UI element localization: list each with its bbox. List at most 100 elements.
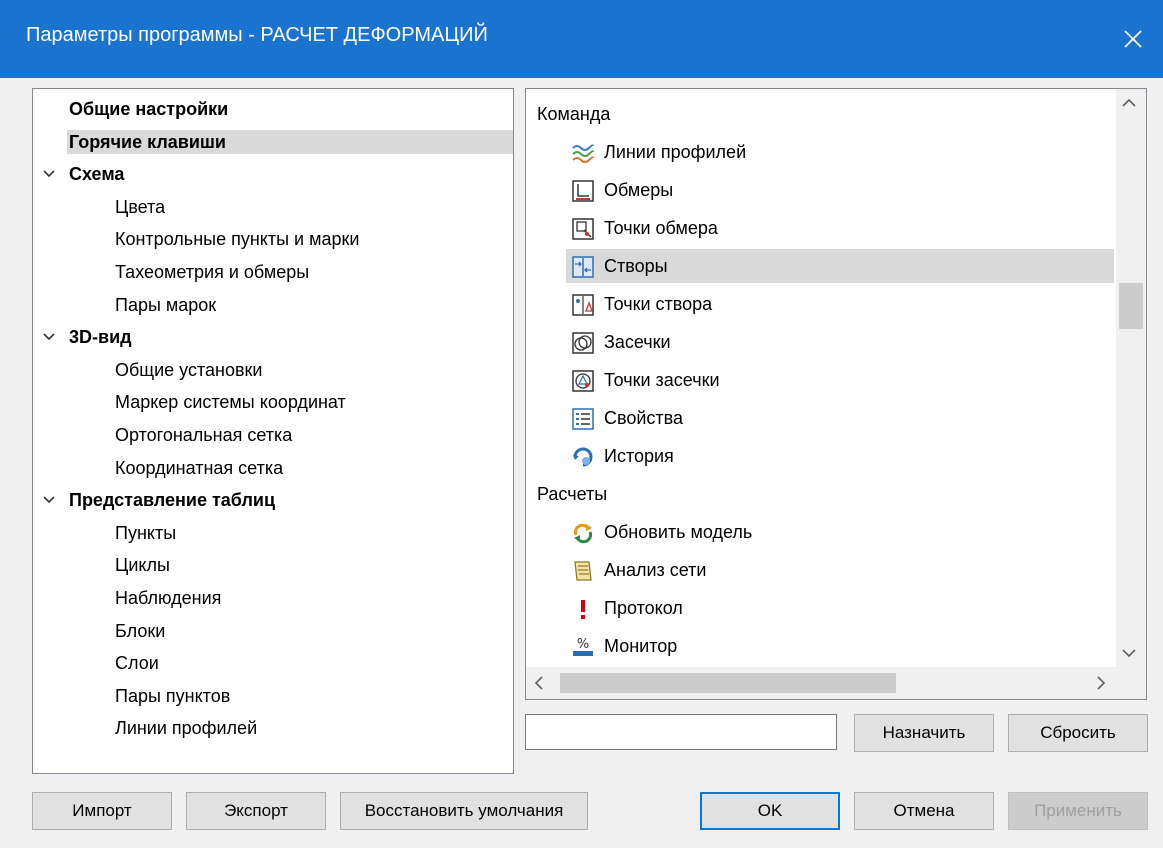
intersection-points-icon — [572, 369, 594, 392]
intersections-icon — [572, 331, 594, 354]
tree-item[interactable]: Тахеометрия и обмеры — [111, 260, 313, 284]
command-item-label: Обмеры — [604, 180, 674, 200]
close-button[interactable] — [1103, 0, 1163, 78]
command-list[interactable]: % Монитор Протокол Анализ сети Обновить моде… — [525, 88, 1147, 700]
command-item-label: Точки обмера — [604, 218, 718, 238]
tree-item[interactable]: Общие настройки — [65, 97, 232, 121]
scroll-down-arrow-icon[interactable] — [1122, 645, 1142, 665]
command-item-label: Створы — [604, 256, 668, 276]
tree-item[interactable]: Контрольные пункты и марки — [111, 227, 363, 251]
tree-item-label: Общие установки — [115, 359, 263, 380]
title-bar[interactable]: Параметры программы - РАСЧЕТ ДЕФОРМАЦИЙ — [0, 0, 1163, 78]
command-item[interactable]: Обновить модель — [566, 515, 1114, 549]
command-item[interactable]: Протокол — [566, 591, 1114, 625]
settings-dialog: Параметры программы - РАСЧЕТ ДЕФОРМАЦИЙ … — [0, 0, 1163, 848]
window-title: Параметры программы - РАСЧЕТ ДЕФОРМАЦИЙ — [26, 24, 488, 46]
tree-item[interactable]: Маркер системы координат — [111, 390, 350, 414]
tree-item-label: Маркер системы координат — [115, 392, 346, 413]
apply-button[interactable]: Применить — [1008, 792, 1148, 830]
command-item[interactable]: Обмеры — [566, 173, 1114, 207]
tree-item-label: Пункты — [115, 522, 177, 543]
tree-item[interactable]: Циклы — [111, 553, 174, 577]
scroll-left-arrow-icon[interactable] — [534, 676, 554, 696]
reset-button[interactable]: Сбросить — [1008, 714, 1148, 752]
tree-item-label: 3D-вид — [69, 327, 132, 348]
chevron-down-icon[interactable] — [42, 325, 56, 349]
tree-item-label: Линии профилей — [115, 718, 258, 739]
chevron-down-icon[interactable] — [42, 162, 56, 186]
tree-item[interactable]: Координатная сетка — [111, 456, 287, 480]
command-item[interactable]: Точки створа — [566, 287, 1114, 321]
tree-item[interactable]: Ортогональная сетка — [111, 423, 296, 447]
restore-defaults-button[interactable]: Восстановить умолчания — [340, 792, 588, 830]
profile-lines-icon — [572, 141, 594, 163]
network-analysis-icon — [572, 559, 594, 581]
tree-item[interactable]: Слои — [111, 651, 163, 675]
svg-text:%: % — [577, 637, 589, 652]
tree-item-label: Контрольные пункты и марки — [115, 229, 360, 250]
command-item-label: Точки створа — [604, 294, 713, 314]
hotkey-input[interactable] — [525, 714, 837, 750]
tree-item[interactable]: Схема — [65, 162, 128, 186]
tree-item-label: Представление таблиц — [69, 490, 276, 511]
tree-item[interactable]: 3D-вид — [65, 325, 136, 349]
measurements-icon — [572, 179, 594, 202]
tree-item-label: Пары пунктов — [115, 685, 231, 706]
tree-item[interactable]: Общие установки — [111, 358, 266, 382]
tree-item[interactable]: Цвета — [111, 195, 169, 219]
command-item[interactable]: Анализ сети — [566, 553, 1114, 587]
command-item[interactable]: Створы — [566, 249, 1114, 283]
tree-item[interactable]: Пункты — [111, 521, 180, 545]
command-item[interactable]: Точки обмера — [566, 211, 1114, 245]
tree-item[interactable]: Блоки — [111, 619, 169, 643]
tree-item[interactable]: Горячие клавиши — [67, 129, 513, 154]
command-group-header[interactable]: Расчеты — [537, 477, 607, 511]
assign-button[interactable]: Назначить — [854, 714, 994, 752]
command-item-label: Протокол — [604, 598, 683, 618]
cancel-button[interactable]: Отмена — [854, 792, 994, 830]
measurement-points-icon — [572, 217, 594, 240]
close-icon — [1124, 30, 1142, 48]
tree-item-label: Координатная сетка — [115, 457, 284, 478]
tree-item[interactable]: Пары пунктов — [111, 684, 234, 708]
command-item-label: Анализ сети — [604, 560, 707, 580]
tree-item-label: Общие настройки — [69, 99, 229, 119]
command-group-header[interactable]: Команда — [537, 97, 610, 131]
import-button[interactable]: Импорт — [32, 792, 172, 830]
command-item[interactable]: % Монитор — [566, 629, 1114, 663]
command-item-label: История — [604, 446, 674, 466]
monitor-icon: % — [572, 635, 594, 657]
tree-item-label: Пары марок — [115, 294, 217, 315]
tree-item-label: Блоки — [115, 620, 166, 641]
horizontal-scroll-thumb[interactable] — [560, 673, 896, 693]
vertical-scroll-thumb[interactable] — [1119, 283, 1143, 329]
export-button[interactable]: Экспорт — [186, 792, 326, 830]
scroll-up-arrow-icon[interactable] — [1122, 95, 1142, 115]
scroll-right-arrow-icon[interactable] — [1096, 676, 1116, 696]
vertical-scrollbar[interactable] — [1116, 89, 1146, 667]
ok-button[interactable]: OK — [700, 792, 840, 830]
command-item[interactable]: Свойства — [566, 401, 1114, 435]
tree-item[interactable]: Линии профилей — [111, 716, 261, 740]
tree-item-label: Цвета — [115, 196, 166, 217]
tree-item[interactable]: Пары марок — [111, 293, 220, 317]
scrollbar-corner — [1116, 667, 1146, 699]
command-item-label: Обновить модель — [604, 522, 753, 542]
command-item[interactable]: Засечки — [566, 325, 1114, 359]
settings-tree[interactable]: Общие настройки Горячие клавиши Схема Цвета… — [32, 88, 514, 774]
command-item[interactable]: Линии профилей — [566, 135, 1114, 169]
chevron-down-icon[interactable] — [42, 488, 56, 512]
horizontal-scrollbar[interactable] — [526, 667, 1118, 699]
protocol-icon — [572, 597, 594, 619]
tree-item[interactable]: Наблюдения — [111, 586, 225, 610]
command-item[interactable]: История — [566, 439, 1114, 473]
command-item-label: Свойства — [604, 408, 684, 428]
tree-item-label: Тахеометрия и обмеры — [115, 262, 310, 282]
properties-icon — [572, 407, 594, 430]
tree-item[interactable]: Представление таблиц — [65, 488, 279, 512]
tree-item-label: Ортогональная сетка — [115, 425, 293, 445]
command-item-label: Точки засечки — [604, 370, 720, 390]
command-item[interactable]: Точки засечки — [566, 363, 1114, 397]
tree-item-label: Циклы — [115, 555, 170, 576]
refresh-model-icon — [572, 521, 594, 544]
